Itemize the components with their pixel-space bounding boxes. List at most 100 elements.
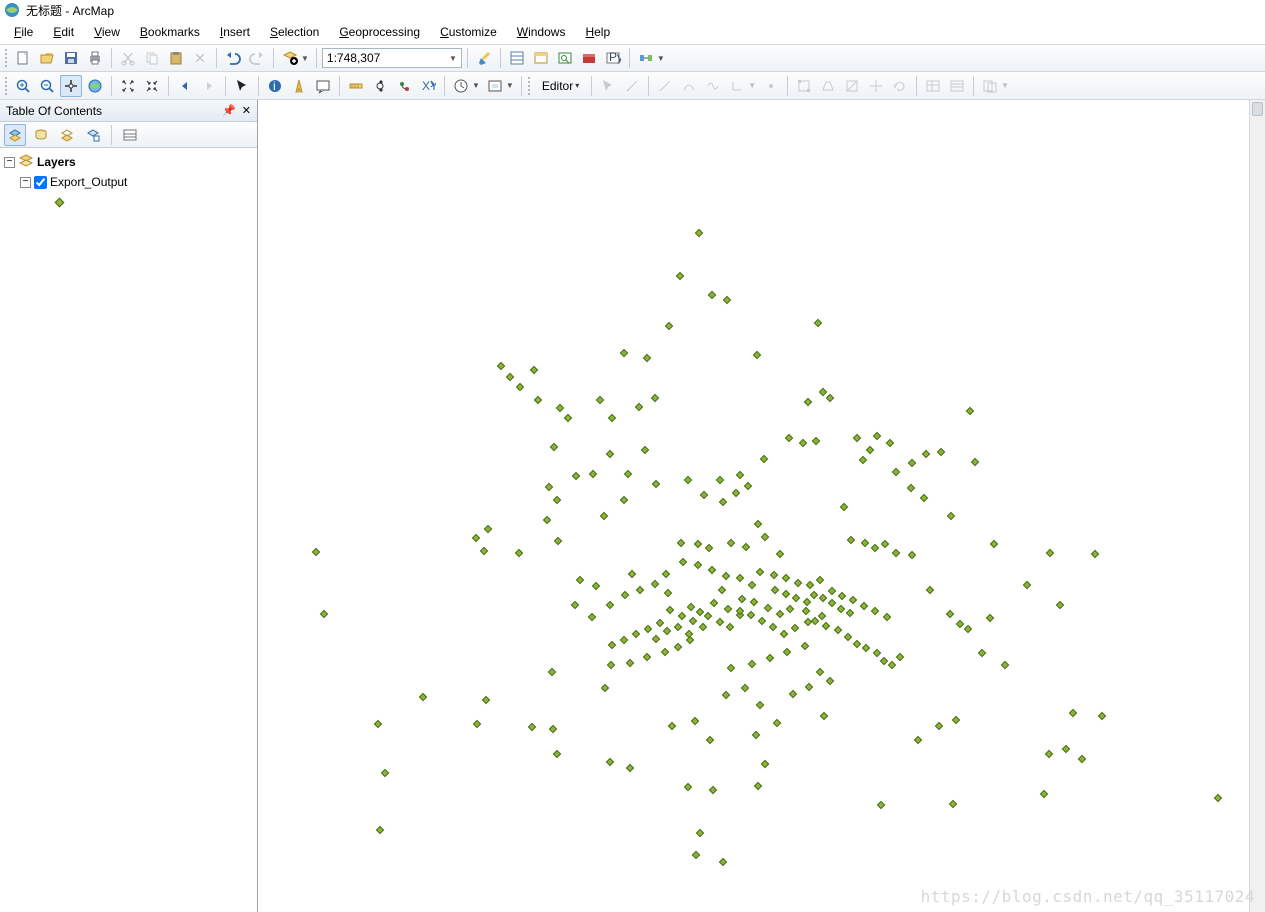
menu-edit[interactable]: Edit [43, 23, 84, 41]
window-title: 无标题 - ArcMap [26, 2, 114, 19]
tree-row-symbol[interactable] [2, 192, 255, 212]
cut-polygons-button[interactable] [841, 75, 863, 97]
save-button[interactable] [60, 47, 82, 69]
new-button[interactable] [12, 47, 34, 69]
zoom-out-button[interactable] [36, 75, 58, 97]
identify-button[interactable]: i [264, 75, 286, 97]
menu-help[interactable]: Help [575, 23, 620, 41]
menu-bookmarks[interactable]: Bookmarks [130, 23, 210, 41]
map-point [826, 394, 834, 402]
map-point [952, 716, 960, 724]
tree-row-layers[interactable]: − Layers [2, 152, 255, 172]
redo-button[interactable] [246, 47, 268, 69]
map-canvas[interactable]: https://blog.csdn.net/qq_35117024 [258, 100, 1265, 912]
scrollbar-thumb[interactable] [1252, 102, 1263, 116]
catalog-button[interactable] [530, 47, 552, 69]
separator [648, 76, 649, 96]
fixed-zoom-in-button[interactable] [117, 75, 139, 97]
options-button[interactable] [119, 124, 141, 146]
menu-view[interactable]: View [84, 23, 130, 41]
right-angle-button[interactable] [726, 75, 748, 97]
split-button[interactable] [865, 75, 887, 97]
map-scale-combo[interactable]: 1:748,307 ▼ [322, 48, 462, 68]
edit-annotation-button[interactable] [621, 75, 643, 97]
menu-insert[interactable]: Insert [210, 23, 260, 41]
collapse-icon[interactable]: − [20, 177, 31, 188]
print-button[interactable] [84, 47, 106, 69]
select-elements-button[interactable] [231, 75, 253, 97]
menu-customize[interactable]: Customize [430, 23, 507, 41]
map-point [722, 572, 730, 580]
create-features-button[interactable] [979, 75, 1001, 97]
delete-button[interactable]: ✕ [189, 47, 211, 69]
chevron-down-icon[interactable]: ▼ [506, 81, 514, 90]
arctoolbox-button[interactable] [578, 47, 600, 69]
list-by-visibility-button[interactable] [56, 124, 78, 146]
vertical-scrollbar[interactable] [1249, 100, 1265, 912]
toolbar-grip[interactable] [4, 76, 8, 96]
toolbar-grip[interactable] [527, 76, 531, 96]
toc-title: Table Of Contents [6, 104, 102, 118]
search-window-button[interactable] [554, 47, 576, 69]
find-route-button[interactable] [393, 75, 415, 97]
editor-toolbar-button[interactable] [473, 47, 495, 69]
map-point [689, 617, 697, 625]
map-point [564, 414, 572, 422]
edit-vertices-button[interactable] [793, 75, 815, 97]
chevron-down-icon[interactable]: ▼ [657, 54, 665, 63]
reshape-button[interactable] [817, 75, 839, 97]
map-point [636, 586, 644, 594]
point-button[interactable] [760, 75, 782, 97]
paste-button[interactable] [165, 47, 187, 69]
cut-button[interactable] [117, 47, 139, 69]
python-window-button[interactable]: Py [602, 47, 624, 69]
chevron-down-icon[interactable]: ▼ [1001, 81, 1009, 90]
menu-selection[interactable]: Selection [260, 23, 329, 41]
list-by-selection-button[interactable] [82, 124, 104, 146]
straight-segment-button[interactable] [654, 75, 676, 97]
map-point [896, 653, 904, 661]
go-to-xy-button[interactable]: XY [417, 75, 439, 97]
zoom-in-button[interactable] [12, 75, 34, 97]
toolbar-grip[interactable] [4, 48, 8, 68]
layer-visibility-checkbox[interactable] [34, 176, 47, 189]
full-extent-button[interactable] [84, 75, 106, 97]
add-data-dropdown[interactable]: ▼ [301, 54, 309, 63]
undo-button[interactable] [222, 47, 244, 69]
forward-extent-button[interactable] [198, 75, 220, 97]
find-button[interactable] [369, 75, 391, 97]
end-point-arc-button[interactable] [678, 75, 700, 97]
fixed-zoom-out-button[interactable] [141, 75, 163, 97]
add-data-button[interactable] [279, 47, 301, 69]
hyperlink-button[interactable] [288, 75, 310, 97]
measure-button[interactable] [345, 75, 367, 97]
list-by-source-button[interactable] [30, 124, 52, 146]
menu-file[interactable]: File [4, 23, 43, 41]
collapse-icon[interactable]: − [4, 157, 15, 168]
pin-icon[interactable]: 📌 [222, 104, 236, 117]
map-point [785, 434, 793, 442]
list-by-drawing-order-button[interactable] [4, 124, 26, 146]
table-of-contents-button[interactable] [506, 47, 528, 69]
menu-windows[interactable]: Windows [507, 23, 576, 41]
copy-button[interactable] [141, 47, 163, 69]
back-extent-button[interactable] [174, 75, 196, 97]
time-slider-button[interactable] [450, 75, 472, 97]
tree-row-export-output[interactable]: − Export_Output [2, 172, 255, 192]
html-popup-button[interactable] [312, 75, 334, 97]
edit-tool-button[interactable] [597, 75, 619, 97]
sketch-properties-button[interactable] [946, 75, 968, 97]
map-point [947, 512, 955, 520]
model-builder-button[interactable] [635, 47, 657, 69]
editor-menu[interactable]: Editor ▾ [535, 76, 586, 96]
map-point [543, 516, 551, 524]
create-viewer-button[interactable] [484, 75, 506, 97]
pan-button[interactable] [60, 75, 82, 97]
close-icon[interactable]: ✕ [242, 104, 251, 117]
open-button[interactable] [36, 47, 58, 69]
attributes-button[interactable] [922, 75, 944, 97]
chevron-down-icon[interactable]: ▼ [472, 81, 480, 90]
trace-button[interactable] [702, 75, 724, 97]
menu-geoprocessing[interactable]: Geoprocessing [329, 23, 430, 41]
rotate-button[interactable] [889, 75, 911, 97]
